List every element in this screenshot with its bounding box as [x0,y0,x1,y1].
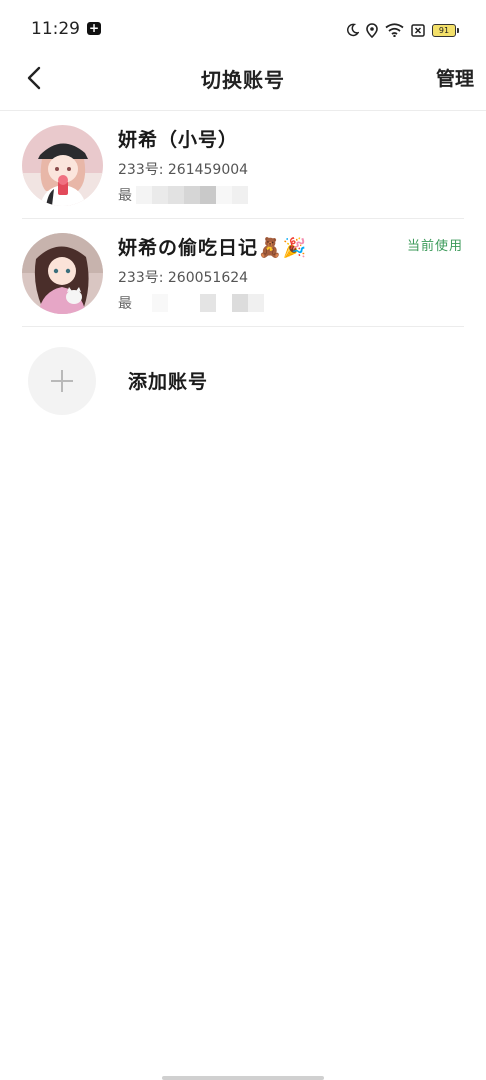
account-last-login: 最 [118,292,264,314]
plus-icon [28,347,96,415]
add-account-button[interactable]: 添加账号 [0,327,486,435]
account-id: 233号: 260051624 [118,270,249,286]
manage-button[interactable]: 管理 [436,64,474,91]
account-last-login: 最 [118,184,248,206]
status-icons: 91 [346,20,459,40]
sim-x-icon [411,23,425,37]
account-id: 233号: 261459004 [118,162,249,178]
header: 切换账号 管理 [0,50,486,111]
plus-badge-icon: + [87,21,101,35]
account-last-label: 最 [118,296,132,312]
add-account-label: 添加账号 [128,371,209,393]
current-account-badge: 当前使用 [406,239,463,254]
page-title: 切换账号 [201,68,285,92]
status-time: 11:29 [31,19,80,39]
avatar [22,125,103,206]
home-indicator[interactable] [162,1076,324,1080]
redacted-mosaic [136,294,264,312]
battery-icon: 91 [432,23,459,37]
wifi-icon [385,23,404,37]
account-name: 妍希の偷吃日记🧸🎉 [118,237,308,259]
avatar [22,233,103,314]
redacted-mosaic [136,186,248,204]
account-item[interactable]: 妍希の偷吃日记🧸🎉 当前使用 233号: 260051624 最 [0,219,486,327]
account-list: 妍希（小号） 233号: 261459004 最 妍希の偷吃日记🧸🎉 当前使用 … [0,111,486,435]
location-icon [366,22,378,38]
account-name: 妍希（小号） [118,129,239,151]
account-last-label: 最 [118,188,132,204]
moon-icon [347,23,359,37]
account-item[interactable]: 妍希（小号） 233号: 261459004 最 [0,111,486,219]
